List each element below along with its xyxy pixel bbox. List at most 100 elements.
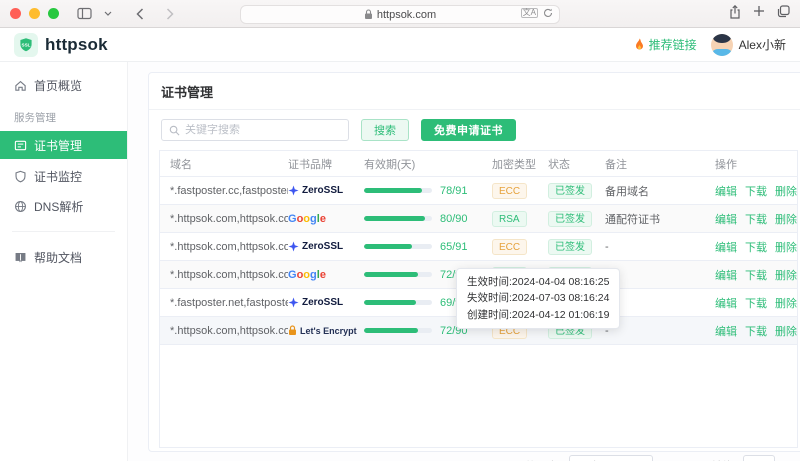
main-content: 证书管理 搜索 免费申请证书 域名 证书品牌 有效期(天) 加密类型 (128, 62, 800, 461)
user-menu[interactable]: Alex小新 (711, 34, 786, 56)
download-link[interactable]: 下载 (745, 323, 767, 339)
delete-link[interactable]: 删除 (775, 211, 797, 227)
letsencrypt-lock-icon (288, 325, 297, 336)
new-tab-icon[interactable] (753, 5, 765, 19)
ssl-shield-icon: SSL (14, 33, 38, 57)
edit-link[interactable]: 编辑 (715, 183, 737, 199)
apply-cert-button[interactable]: 免费申请证书 (421, 119, 516, 141)
progress-bar (364, 328, 432, 333)
translate-icon[interactable]: 文A (521, 8, 538, 18)
sidebar-section-label: 服务管理 (0, 100, 127, 129)
encryption-tag: RSA (492, 211, 527, 227)
sidebar-item-cert-monitor[interactable]: 证书监控 (0, 161, 127, 191)
search-box (161, 119, 349, 141)
edit-link[interactable]: 编辑 (715, 211, 737, 227)
cert-manage-card: 证书管理 搜索 免费申请证书 域名 证书品牌 有效期(天) 加密类型 (148, 72, 800, 452)
promo-link[interactable]: 推荐链接 (634, 36, 697, 53)
edit-link[interactable]: 编辑 (715, 295, 737, 311)
reload-icon[interactable] (543, 8, 553, 18)
minimize-window-icon[interactable] (29, 8, 40, 19)
download-link[interactable]: 下载 (745, 183, 767, 199)
page-size-select[interactable]: 20条/页 (569, 455, 653, 461)
google-logo: Google (288, 213, 326, 225)
sidebar: 首页概览 服务管理 证书管理 证书监控 DNS解析 帮助文档 (0, 62, 128, 461)
cell-remark: - (605, 269, 715, 281)
progress-bar (364, 244, 432, 249)
search-button[interactable]: 搜索 (361, 119, 409, 141)
delete-link[interactable]: 删除 (775, 295, 797, 311)
validity-value: 80/90 (440, 213, 468, 225)
address-bar[interactable]: httpsok.com 文A (240, 5, 560, 24)
cell-encryption: ECC (492, 239, 548, 255)
cell-remark: - (605, 297, 715, 309)
cert-dates-tooltip: 生效时间:2024-04-04 08:16:25 失效时间:2024-07-03… (456, 268, 620, 329)
tooltip-line-effective: 生效时间:2024-04-04 08:16:25 (467, 274, 609, 290)
status-badge: 已签发 (548, 239, 592, 255)
forward-icon[interactable] (161, 5, 179, 23)
progress-bar (364, 300, 432, 305)
chevron-down-icon[interactable] (99, 5, 117, 23)
avatar (711, 34, 733, 56)
sidebar-item-cert-manage[interactable]: 证书管理 (0, 131, 127, 159)
tab-overview-icon[interactable] (777, 5, 790, 19)
column-header-operations: 操作 (715, 156, 797, 172)
cell-remark: - (605, 325, 715, 337)
delete-link[interactable]: 删除 (775, 267, 797, 283)
brand-label: ZeroSSL (302, 241, 343, 252)
lock-icon (364, 9, 373, 20)
share-icon[interactable] (729, 5, 741, 19)
download-link[interactable]: 下载 (745, 211, 767, 227)
goto-page-input[interactable] (743, 455, 775, 461)
edit-link[interactable]: 编辑 (715, 267, 737, 283)
edit-link[interactable]: 编辑 (715, 323, 737, 339)
delete-link[interactable]: 删除 (775, 239, 797, 255)
progress-bar (364, 188, 432, 193)
cell-encryption: RSA (492, 211, 548, 227)
tooltip-line-created: 创建时间:2024-04-12 01:06:19 (467, 307, 609, 323)
validity-value: 65/91 (440, 241, 468, 253)
delete-link[interactable]: 删除 (775, 183, 797, 199)
download-link[interactable]: 下载 (745, 267, 767, 283)
status-badge: 已签发 (548, 183, 592, 199)
sidebar-item-label: 证书管理 (34, 137, 82, 154)
progress-bar (364, 272, 432, 277)
sidebar-item-label: 首页概览 (34, 77, 82, 94)
table-row[interactable]: *.fastposter.cc,fastposter.cc ZeroSSL 78… (160, 177, 797, 205)
globe-icon (14, 200, 27, 213)
sidebar-item-help-docs[interactable]: 帮助文档 (0, 242, 127, 272)
cell-operations: 编辑 下载 删除 (715, 267, 797, 283)
cell-validity: 80/90 (364, 213, 492, 225)
sidebar-item-home[interactable]: 首页概览 (0, 70, 127, 100)
delete-link[interactable]: 删除 (775, 323, 797, 339)
sidebar-item-dns[interactable]: DNS解析 (0, 191, 127, 221)
cell-brand: Google (288, 269, 364, 281)
certificate-icon (14, 139, 27, 152)
search-input[interactable] (185, 124, 341, 136)
column-header-domain: 域名 (160, 156, 288, 172)
close-window-icon[interactable] (10, 8, 21, 19)
app-header: SSL httpsok 推荐链接 Alex小新 (0, 28, 800, 62)
edit-link[interactable]: 编辑 (715, 239, 737, 255)
zoom-window-icon[interactable] (48, 8, 59, 19)
flame-icon (634, 38, 645, 51)
cell-remark: - (605, 241, 715, 253)
column-header-encryption: 加密类型 (492, 156, 548, 172)
toolbar: 搜索 免费申请证书 (149, 110, 800, 150)
table-row[interactable]: *.httpsok.com,httpsok.com Google 80/90 R… (160, 205, 797, 233)
table-row[interactable]: *.httpsok.com,httpsok.com ZeroSSL 65/91 … (160, 233, 797, 261)
progress-bar (364, 216, 432, 221)
cell-brand: ZeroSSL (288, 297, 364, 308)
cell-status: 已签发 (548, 239, 605, 255)
zerossl-icon (288, 241, 299, 252)
column-header-validity: 有效期(天) (364, 156, 492, 172)
page-title: 证书管理 (161, 85, 213, 100)
download-link[interactable]: 下载 (745, 295, 767, 311)
cell-brand: Let's Encrypt (288, 325, 364, 336)
book-icon (14, 251, 27, 264)
sidebar-toggle-icon[interactable] (75, 5, 93, 23)
url-text: httpsok.com (377, 9, 436, 21)
back-icon[interactable] (131, 5, 149, 23)
app-logo[interactable]: SSL httpsok (14, 33, 108, 57)
download-link[interactable]: 下载 (745, 239, 767, 255)
cell-brand: ZeroSSL (288, 185, 364, 196)
